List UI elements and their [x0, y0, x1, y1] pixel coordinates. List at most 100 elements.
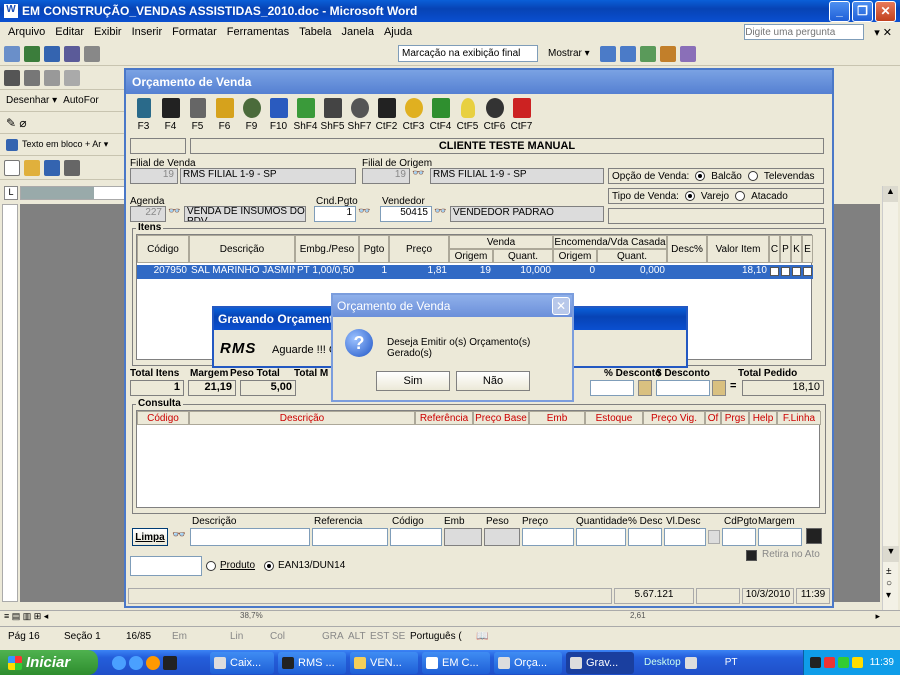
produto-radio[interactable]	[206, 561, 216, 571]
draw-menu[interactable]: Desenhar ▾	[6, 95, 57, 106]
help-close-icon[interactable]: ▾ ✕	[874, 26, 892, 39]
taskbar-item-rms[interactable]: RMS ...	[278, 651, 346, 674]
toolbar-icon[interactable]	[24, 69, 40, 86]
menu-ferramentas[interactable]: Ferramentas	[227, 26, 289, 38]
consulta-col-flinha[interactable]: F.Linha	[777, 411, 821, 425]
shf7-button[interactable]: ShF7	[346, 98, 373, 134]
binoculars-icon[interactable]: 👓	[168, 206, 180, 217]
markup-select[interactable]: Marcação na exibição final	[398, 45, 538, 62]
vdesc-field[interactable]	[656, 380, 710, 396]
search-codigo-input[interactable]	[390, 528, 442, 546]
client-code-field[interactable]	[130, 138, 186, 154]
desktop-icon[interactable]	[684, 656, 697, 669]
ie-icon[interactable]	[112, 655, 126, 670]
search-quantidade-input[interactable]	[576, 528, 626, 546]
toolbar-icon[interactable]	[4, 45, 20, 62]
table-row[interactable]: 207950 SAL MARINHO JASMINE PT 1,00/0,50 …	[137, 265, 813, 279]
col-k[interactable]: K	[791, 235, 802, 263]
shf5-button[interactable]: ShF5	[319, 98, 346, 134]
media-icon[interactable]	[146, 655, 160, 670]
dialog-close-button[interactable]: ✕	[552, 297, 570, 315]
ctf3-button[interactable]: CtF3	[400, 98, 427, 134]
col-preco[interactable]: Preço	[389, 235, 449, 263]
toolbar-icon[interactable]	[64, 45, 80, 62]
col-descricao[interactable]: Descrição	[189, 235, 295, 263]
save-icon[interactable]	[44, 159, 60, 176]
close-button[interactable]: ✕	[875, 0, 896, 22]
toolbar-icon[interactable]	[619, 45, 636, 62]
row-check-c[interactable]	[770, 267, 779, 276]
menu-janela[interactable]: Janela	[342, 26, 374, 38]
f6-button[interactable]: F6	[211, 98, 238, 134]
consulta-col-codigo[interactable]: Código	[137, 411, 189, 425]
toolbar-icon[interactable]	[659, 45, 676, 62]
toolbar-icon[interactable]	[84, 45, 100, 62]
taskbar-item-ven[interactable]: VEN...	[350, 651, 418, 674]
col-desc[interactable]: Desc%	[667, 235, 707, 263]
filial-venda-code[interactable]: 19	[130, 168, 178, 184]
f9-button[interactable]: F9	[238, 98, 265, 134]
ie-icon[interactable]	[129, 655, 143, 670]
sim-button[interactable]: Sim	[376, 371, 450, 391]
row-check-e[interactable]	[803, 267, 812, 276]
search-descricao-input[interactable]	[190, 528, 310, 546]
col-pgto[interactable]: Pgto	[359, 235, 389, 263]
consulta-col-preco-base[interactable]: Preço Base	[473, 411, 529, 425]
tray-icon[interactable]	[823, 657, 835, 668]
ctf5-button[interactable]: CtF5	[454, 98, 481, 134]
desktop-toolbar[interactable]: Desktop	[644, 657, 681, 668]
save-icon[interactable]	[806, 528, 822, 544]
toolbar-icon[interactable]	[44, 69, 60, 86]
binoculars-icon[interactable]: 👓	[434, 206, 446, 217]
col-c[interactable]: C	[769, 235, 780, 263]
search-margem-input[interactable]	[758, 528, 802, 546]
balcao-radio[interactable]	[695, 171, 706, 181]
menu-exibir[interactable]: Exibir	[94, 26, 122, 38]
televendas-radio[interactable]	[747, 171, 758, 181]
consulta-col-preco-vig[interactable]: Preço Vig.	[643, 411, 705, 425]
f10-button[interactable]: F10	[265, 98, 292, 134]
textbox-style[interactable]: Texto em bloco + Ar ▾	[22, 139, 108, 150]
consulta-col-emb[interactable]: Emb	[529, 411, 585, 425]
textbox-icon[interactable]	[6, 138, 18, 151]
nao-button[interactable]: Não	[456, 371, 530, 391]
menu-formatar[interactable]: Formatar	[172, 26, 217, 38]
consulta-col-estoque[interactable]: Estoque	[585, 411, 643, 425]
print-icon[interactable]	[64, 159, 80, 176]
f5-button[interactable]: F5	[184, 98, 211, 134]
menu-editar[interactable]: Editar	[55, 26, 84, 38]
toolbar-icon[interactable]	[679, 45, 696, 62]
toolbar-icon[interactable]	[599, 45, 616, 62]
menu-ajuda[interactable]: Ajuda	[384, 26, 412, 38]
autoshapes-menu[interactable]: AutoFor	[63, 95, 99, 106]
search-preco-input[interactable]	[522, 528, 574, 546]
taskbar-item-orca[interactable]: Orça...	[494, 651, 562, 674]
consulta-col-descricao[interactable]: Descrição	[189, 411, 415, 425]
consulta-col-referencia[interactable]: Referência	[415, 411, 473, 425]
taskbar-item-caixa[interactable]: Caix...	[210, 651, 274, 674]
minimize-button[interactable]: _	[829, 0, 850, 22]
col-p[interactable]: P	[780, 235, 791, 263]
col-enc-quant[interactable]: Quant.	[597, 249, 667, 263]
start-button[interactable]: Iniciar	[0, 650, 98, 675]
hscroll-right-icon[interactable]: ▸	[875, 611, 880, 622]
retira-checkbox[interactable]	[746, 550, 757, 561]
new-icon[interactable]	[4, 159, 20, 176]
binoculars-icon[interactable]: 👓	[172, 528, 186, 541]
col-e[interactable]: E	[802, 235, 813, 263]
atacado-radio[interactable]	[735, 191, 746, 201]
varejo-radio[interactable]	[684, 191, 695, 201]
toolbar-icon[interactable]	[639, 45, 656, 62]
ctf2-button[interactable]: CtF2	[373, 98, 400, 134]
shf4-button[interactable]: ShF4	[292, 98, 319, 134]
search-cdpgto-input[interactable]	[722, 528, 756, 546]
menu-inserir[interactable]: Inserir	[132, 26, 163, 38]
ctf7-button[interactable]: CtF7	[508, 98, 535, 134]
toolbar-icon[interactable]	[4, 69, 20, 86]
calc-icon[interactable]	[708, 530, 720, 544]
filial-origem-code[interactable]: 19	[362, 168, 410, 184]
tray-icon[interactable]	[837, 657, 849, 668]
f4-button[interactable]: F4	[157, 98, 184, 134]
toolbar-icon[interactable]	[64, 69, 80, 86]
ean-radio[interactable]	[264, 561, 274, 571]
